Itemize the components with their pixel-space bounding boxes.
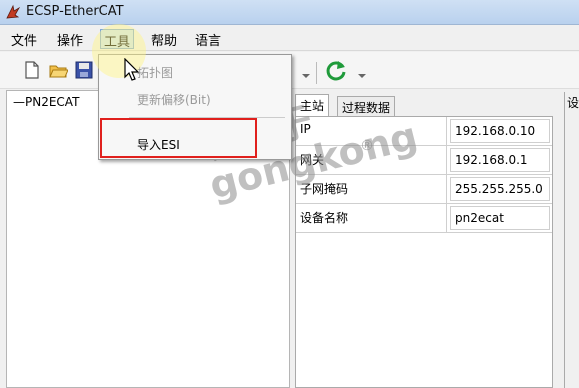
save-icon[interactable]: [74, 60, 94, 80]
menu-file[interactable]: 文件: [8, 30, 40, 49]
menu-bar: 文件 操作 工具 帮助 语言: [0, 26, 579, 51]
refresh-icon[interactable]: [324, 58, 348, 82]
menu-item-update-offset[interactable]: 更新偏移(Bit): [137, 91, 211, 108]
menu-language[interactable]: 语言: [192, 30, 224, 49]
menu-operate[interactable]: 操作: [54, 30, 86, 49]
toolbar-dropdown-icon[interactable]: [296, 60, 316, 80]
right-panel-tab-label: 设: [567, 96, 579, 110]
subnet-mask-field[interactable]: 255.255.255.0: [450, 177, 550, 201]
new-file-icon[interactable]: [22, 60, 42, 80]
table-row: 设备名称 pn2ecat: [296, 204, 552, 233]
watermark-registered-mark: ®: [360, 138, 374, 154]
menu-item-topology[interactable]: 拓扑图: [137, 64, 173, 81]
open-folder-icon[interactable]: [48, 60, 68, 80]
app-icon: [6, 4, 21, 19]
refresh-dropdown-icon[interactable]: [352, 60, 372, 80]
title-bar: ECSP-EtherCAT: [0, 0, 579, 25]
highlight-box: [100, 118, 257, 158]
window-title: ECSP-EtherCAT: [26, 4, 124, 19]
tree-item-label: PN2ECAT: [25, 95, 80, 109]
table-row: 子网掩码 255.255.255.0: [296, 175, 552, 204]
gateway-field[interactable]: 192.168.0.1: [450, 148, 550, 172]
toolbar-separator: [316, 62, 317, 84]
mouse-cursor-icon: [124, 58, 140, 81]
menu-help[interactable]: 帮助: [148, 30, 180, 49]
row-key: 设备名称: [300, 211, 349, 225]
ip-field[interactable]: 192.168.0.10: [450, 119, 550, 143]
right-panel-tab[interactable]: 设: [564, 92, 579, 388]
device-name-field[interactable]: pn2ecat: [450, 206, 550, 230]
tree-item-root[interactable]: —PN2ECAT: [13, 95, 79, 109]
